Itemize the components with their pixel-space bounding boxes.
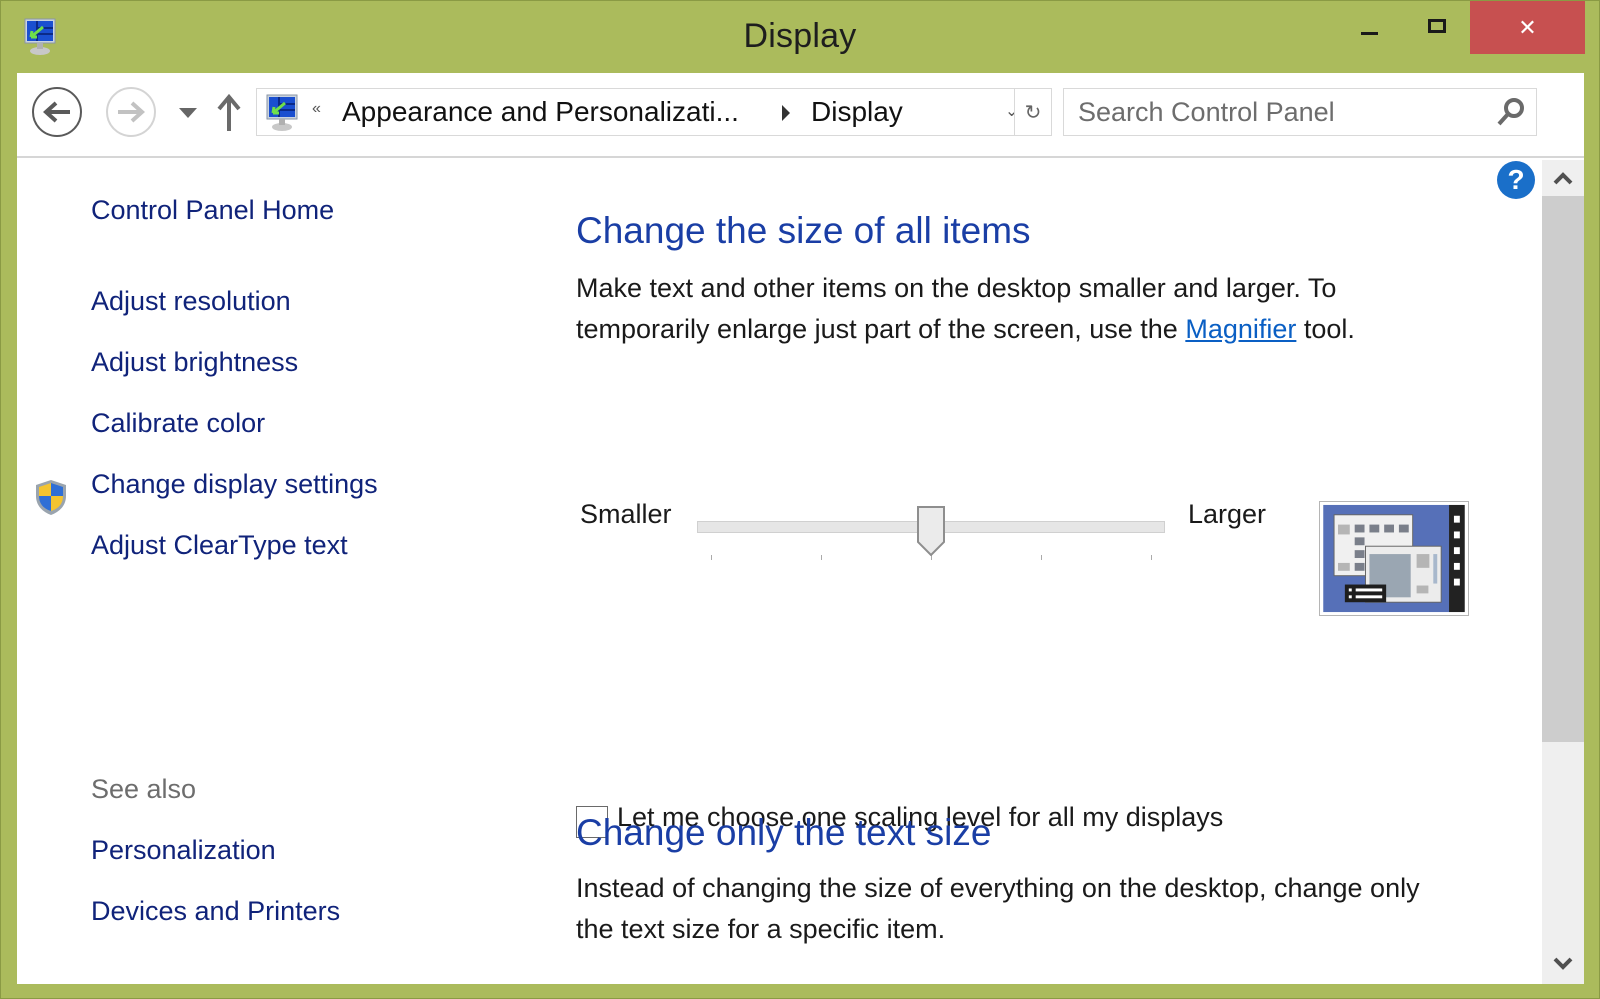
triangle-down-icon (179, 108, 197, 118)
arrow-left-icon (43, 101, 70, 123)
minimize-icon (1360, 32, 1378, 35)
refresh-button[interactable]: ↻ (1014, 89, 1051, 135)
minimize-button[interactable] (1341, 1, 1397, 54)
slider-min-label: Smaller (580, 499, 672, 529)
arrow-right-icon (118, 101, 145, 123)
refresh-icon: ↻ (1024, 101, 1042, 124)
up-button[interactable] (215, 93, 243, 133)
breadcrumb-overflow-chevron[interactable]: « (312, 100, 321, 118)
scroll-down-button[interactable] (1542, 946, 1584, 982)
search-input[interactable] (1064, 89, 1484, 135)
chevron-down-icon (1553, 957, 1573, 970)
help-icon[interactable]: ? (1497, 161, 1535, 199)
navigation-bar: « Appearance and Personalizati... Displa… (17, 73, 1584, 158)
breadcrumb-display[interactable]: Display (811, 96, 903, 128)
section-description-size-all-items: Make text and other items on the desktop… (576, 268, 1456, 350)
section-heading-text-size: Change only the text size (576, 812, 992, 853)
section-heading-size-all-items: Change the size of all items (576, 210, 1031, 251)
window-frame: Display ✕ « Appearance and Personalizati… (0, 0, 1600, 999)
back-button[interactable] (32, 87, 82, 137)
breadcrumb-appearance[interactable]: Appearance and Personalizati... (342, 96, 739, 128)
description-text-end: tool. (1296, 314, 1355, 344)
control-panel-icon (266, 94, 298, 131)
client-area: « Appearance and Personalizati... Displa… (17, 73, 1584, 984)
maximize-icon (1428, 18, 1446, 33)
maximize-button[interactable] (1409, 1, 1465, 54)
scrollbar-thumb[interactable] (1542, 196, 1584, 742)
search-icon[interactable] (1496, 97, 1526, 127)
scroll-up-button[interactable] (1542, 160, 1584, 196)
vertical-scrollbar[interactable] (1542, 160, 1584, 984)
address-bar[interactable]: « Appearance and Personalizati... Displa… (256, 88, 1052, 136)
recent-locations-button[interactable] (177, 105, 199, 121)
chevron-up-icon (1553, 172, 1573, 185)
main-content: Change the size of all items Make text a… (17, 160, 1542, 984)
forward-button[interactable] (106, 87, 156, 137)
close-button[interactable]: ✕ (1470, 1, 1585, 54)
slider-max-label: Larger (1188, 499, 1267, 529)
slider-tick (711, 555, 712, 560)
slider-thumb[interactable] (917, 506, 945, 556)
breadcrumb-separator-icon[interactable] (782, 105, 790, 121)
section-description-text-size: Instead of changing the size of everythi… (576, 873, 1420, 944)
scaling-preview-image (1319, 501, 1469, 616)
magnifier-link[interactable]: Magnifier (1185, 314, 1296, 344)
slider-tick (1151, 555, 1152, 560)
item-size-slider[interactable] (697, 506, 1165, 562)
search-box[interactable] (1063, 88, 1537, 136)
close-icon: ✕ (1518, 14, 1537, 40)
slider-tick (1041, 555, 1042, 560)
slider-tick (821, 555, 822, 560)
